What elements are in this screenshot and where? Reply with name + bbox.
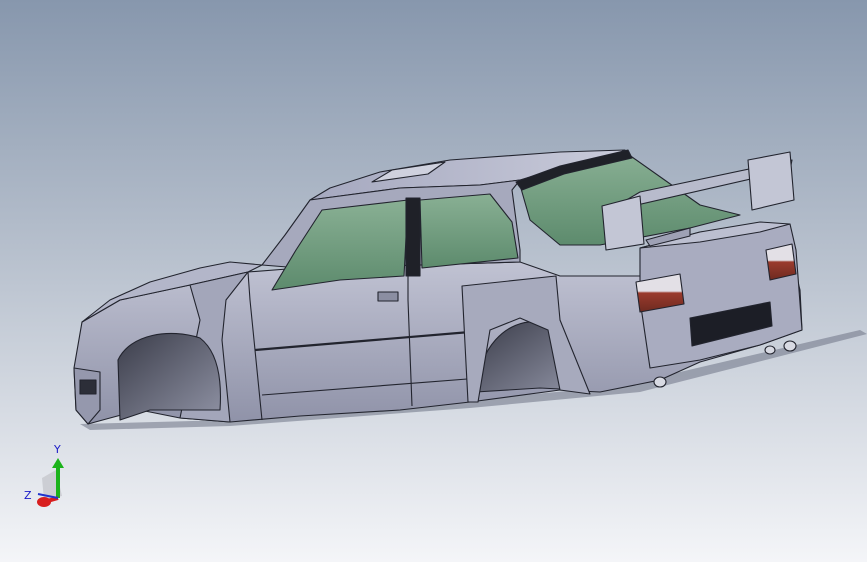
rear-wing-endplate-right [747, 151, 795, 211]
triad-y-label: Y [53, 443, 61, 456]
door-handle [377, 291, 399, 302]
rear-foot-right [783, 340, 797, 352]
rear-foot-center [764, 345, 776, 355]
b-pillar [405, 197, 421, 277]
triad-x-arrow [37, 497, 51, 507]
model-canvas[interactable]: Y Z [0, 0, 867, 562]
rear-foot-left [653, 376, 667, 388]
graphics-viewport[interactable]: Y Z [0, 0, 867, 562]
right-tail-light [765, 243, 797, 281]
rear-wing-endplate-left [601, 195, 645, 251]
triad-z-label: Z [24, 489, 32, 502]
front-grille-slot [79, 379, 97, 395]
front-wheel-arch [117, 332, 221, 421]
